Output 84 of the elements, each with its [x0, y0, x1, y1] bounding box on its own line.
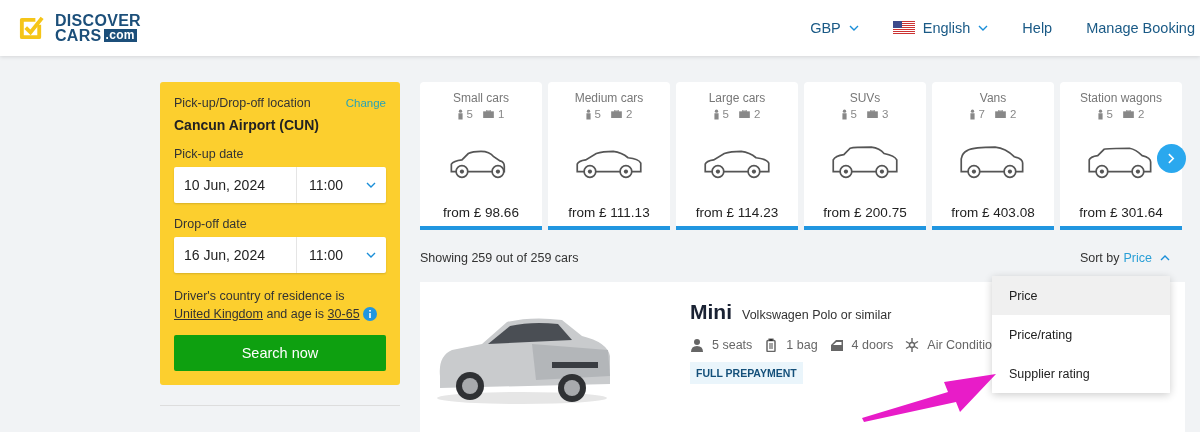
snowflake-icon [905, 338, 920, 352]
prepayment-tag: FULL PREPAYMENT [690, 362, 803, 384]
info-icon[interactable] [363, 307, 378, 321]
door-icon [829, 338, 844, 352]
nav-link[interactable]: Help [1022, 20, 1053, 36]
country-link[interactable]: United Kingdom [174, 307, 263, 321]
category-price: from £ 301.64 [1079, 205, 1163, 220]
results-count: Showing 259 out of 259 cars [420, 251, 579, 265]
person-icon [969, 108, 975, 120]
suitcase-icon [867, 110, 878, 118]
feature-text: 5 seats [712, 338, 753, 352]
suitcase-icon [483, 110, 494, 118]
logo-text: DISCOVER [55, 13, 141, 28]
feature-text: 4 doors [851, 338, 894, 352]
category-price: from £ 403.08 [951, 205, 1035, 220]
seat-count: 5 [594, 108, 601, 120]
category-name: Vans [979, 91, 1007, 105]
category-card[interactable]: SUVs 5 3 from £ 200.75 [804, 82, 926, 230]
seat-count: 7 [978, 108, 985, 120]
car-name: Mini [690, 300, 732, 324]
category-card[interactable]: Large cars 5 2 from £ 114.23 [676, 82, 798, 230]
bag-count: 2 [1138, 108, 1145, 120]
sort-option[interactable]: Supplier rating [992, 354, 1170, 393]
category-card[interactable]: Medium cars 5 2 from £ 111.13 [548, 82, 670, 230]
category-price: from £ 111.13 [568, 205, 650, 220]
bag-count: 2 [754, 108, 761, 120]
bag-count: 1 [498, 108, 505, 120]
person-icon [690, 338, 704, 352]
seat-count: 5 [850, 108, 857, 120]
category-name: Large cars [708, 91, 766, 105]
suitcase-icon [1123, 110, 1134, 118]
field-label: Drop-off date [174, 217, 248, 231]
person-icon [841, 108, 847, 120]
date-time-field[interactable]: 16 Jun, 2024 11:00 [174, 237, 386, 273]
flag-icon [892, 21, 915, 35]
category-card[interactable]: Small cars 5 1 from £ 98.66 [420, 82, 542, 230]
chevron-right-icon [1168, 153, 1175, 164]
suitcase-icon [995, 110, 1006, 118]
checkbox-logo-icon [18, 14, 45, 42]
suitcase-icon [611, 110, 622, 118]
logo-text: CARS [55, 28, 102, 43]
seat-count: 5 [722, 108, 729, 120]
feature-text: Air Conditio [927, 338, 992, 352]
age-link[interactable]: 30-65 [327, 307, 360, 321]
suitcase-icon [764, 338, 779, 352]
category-price: from £ 98.66 [443, 205, 519, 220]
seat-count: 5 [466, 108, 473, 120]
date-time-field[interactable]: 10 Jun, 2024 11:00 [174, 167, 386, 203]
chevron-icon [366, 182, 376, 188]
sort-label: Sort by [1079, 251, 1120, 265]
bag-count: 2 [626, 108, 633, 120]
currency-dropdown[interactable]: GBP [810, 20, 859, 36]
location-text: Cancun Airport (CUN) [174, 117, 320, 133]
feature-text: 1 bag [786, 338, 818, 352]
suitcase-icon [739, 110, 750, 118]
chevron-icon [978, 25, 989, 31]
person-icon [457, 108, 463, 120]
field-label: Pick-up/Drop-off location [174, 96, 311, 110]
language-dropdown[interactable]: English [892, 20, 989, 36]
car-icon [829, 144, 901, 180]
chevron-icon [366, 252, 376, 258]
bag-count: 3 [882, 108, 889, 120]
chevron-icon [1160, 255, 1170, 261]
category-price: from £ 114.23 [695, 205, 779, 220]
category-price: from £ 200.75 [823, 205, 907, 220]
person-icon [1097, 108, 1103, 120]
sort-option[interactable]: Price/rating [992, 315, 1170, 354]
category-name: SUVs [849, 91, 881, 105]
category-name: Station wagons [1079, 91, 1163, 105]
seat-count: 5 [1106, 108, 1113, 120]
category-name: Small cars [453, 91, 509, 105]
person-icon [713, 108, 719, 120]
logo-badge: .com [103, 29, 137, 42]
residence-text: Driver's country of residence is United Kingdom and age is 30-65 [174, 287, 386, 323]
category-card[interactable]: Vans 7 2 from £ 403.08 [932, 82, 1054, 230]
nav-link[interactable]: Manage Booking [1086, 20, 1195, 36]
category-card[interactable]: Station wagons 5 2 from £ 301.64 [1060, 82, 1182, 230]
bag-count: 2 [1010, 108, 1017, 120]
person-icon [585, 108, 591, 120]
chevron-icon [848, 25, 859, 31]
sort-option[interactable]: Price [992, 276, 1170, 315]
car-model: Volkswagen Polo or similar [742, 308, 892, 322]
category-name: Medium cars [574, 91, 644, 105]
field-label: Pick-up date [174, 147, 245, 161]
